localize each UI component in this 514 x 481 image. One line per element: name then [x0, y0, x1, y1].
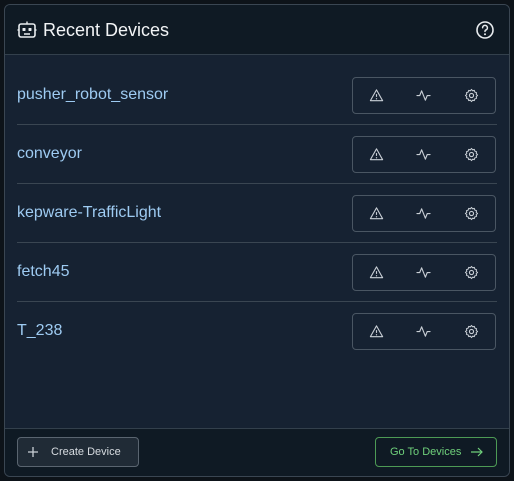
activity-button[interactable] [400, 137, 447, 172]
settings-gear-icon [464, 206, 478, 221]
alerts-button[interactable] [353, 78, 400, 113]
activity-button[interactable] [400, 255, 447, 290]
help-circle-icon[interactable] [475, 20, 495, 40]
activity-icon [416, 90, 432, 101]
settings-button[interactable] [448, 255, 495, 290]
alert-triangle-icon [370, 266, 384, 279]
alert-triangle-icon [370, 148, 384, 161]
settings-gear-icon [464, 147, 478, 162]
activity-icon [416, 267, 432, 278]
go-to-devices-label: Go To Devices [390, 446, 462, 458]
device-name-link[interactable]: kepware-TrafficLight [17, 203, 161, 223]
recent-devices-panel: Recent Devices pusher_robot_sensorconvey… [4, 4, 510, 477]
device-actions-group [352, 254, 496, 291]
device-name-link[interactable]: T_238 [17, 321, 62, 341]
device-actions-group [352, 136, 496, 173]
settings-gear-icon [464, 324, 478, 339]
robot-icon [17, 21, 37, 38]
device-row: T_238 [17, 302, 497, 361]
go-to-devices-button[interactable]: Go To Devices [375, 437, 497, 467]
arrow-right-icon [471, 447, 484, 457]
alert-triangle-icon [370, 89, 384, 102]
activity-icon [416, 149, 432, 160]
settings-button[interactable] [448, 196, 495, 231]
panel-footer: Create Device Go To Devices [5, 428, 509, 476]
settings-gear-icon [464, 88, 478, 103]
device-name-link[interactable]: pusher_robot_sensor [17, 85, 168, 105]
panel-header: Recent Devices [5, 5, 509, 55]
device-name-link[interactable]: fetch45 [17, 262, 69, 282]
device-row: pusher_robot_sensor [17, 66, 497, 125]
activity-button[interactable] [400, 314, 447, 349]
activity-icon [416, 208, 432, 219]
create-device-label: Create Device [51, 446, 121, 458]
settings-gear-icon [464, 265, 478, 280]
panel-title: Recent Devices [43, 20, 170, 40]
alerts-button[interactable] [353, 255, 400, 290]
device-row: fetch45 [17, 243, 497, 302]
device-actions-group [352, 77, 496, 114]
alerts-button[interactable] [353, 196, 400, 231]
alert-triangle-icon [370, 325, 384, 338]
plus-icon [28, 447, 38, 457]
alerts-button[interactable] [353, 314, 400, 349]
activity-button[interactable] [400, 196, 447, 231]
device-row: conveyor [17, 125, 497, 184]
device-actions-group [352, 313, 496, 350]
alert-triangle-icon [370, 207, 384, 220]
settings-button[interactable] [448, 137, 495, 172]
alerts-button[interactable] [353, 137, 400, 172]
activity-icon [416, 326, 432, 337]
settings-button[interactable] [448, 314, 495, 349]
device-row: kepware-TrafficLight [17, 184, 497, 243]
activity-button[interactable] [400, 78, 447, 113]
device-actions-group [352, 195, 496, 232]
device-name-link[interactable]: conveyor [17, 144, 82, 164]
settings-button[interactable] [448, 78, 495, 113]
create-device-button[interactable]: Create Device [17, 437, 139, 467]
